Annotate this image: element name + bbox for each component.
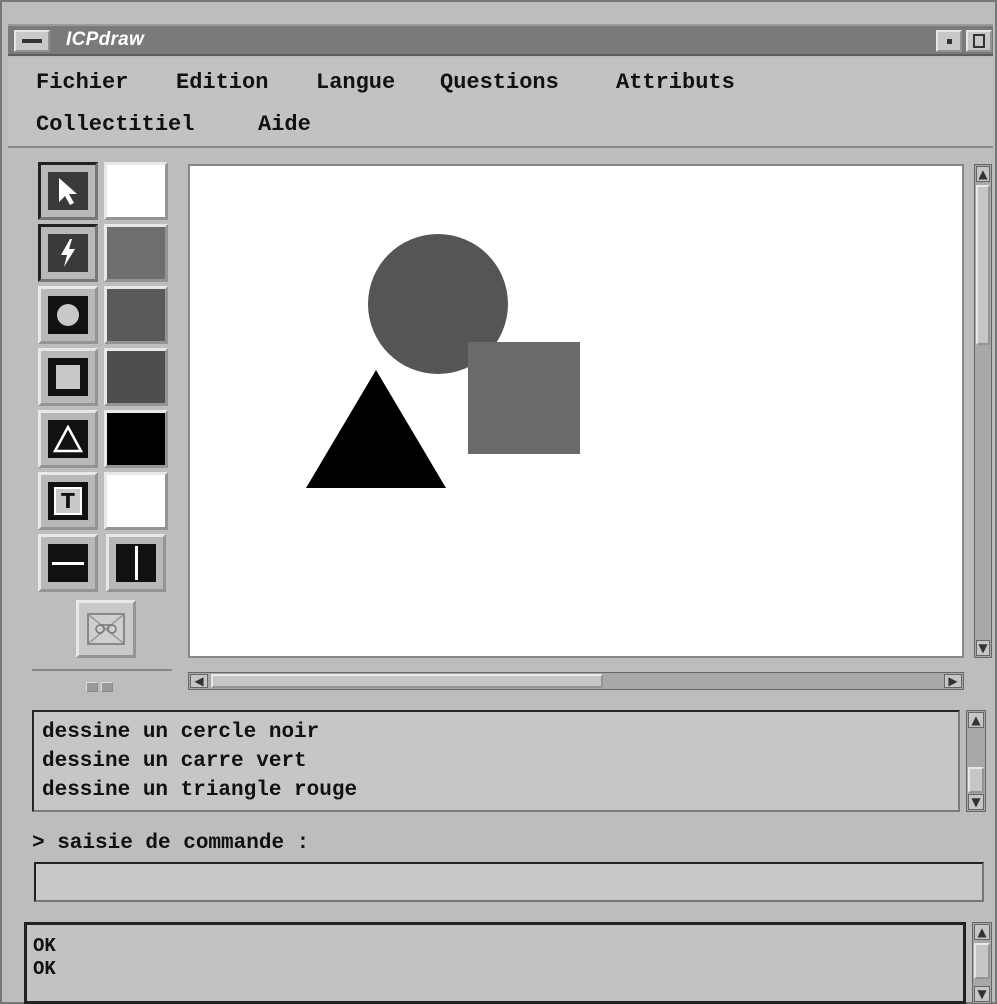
scroll-up-icon[interactable]: ▲ — [974, 924, 990, 940]
minimize-button[interactable] — [936, 30, 962, 52]
title-bar[interactable]: ICPdraw — [8, 24, 993, 56]
scroll-up-icon[interactable]: ▲ — [968, 712, 984, 728]
canvas-triangle[interactable] — [304, 368, 448, 490]
menu-aide[interactable]: Aide — [258, 112, 311, 137]
canvas-vscrollbar[interactable]: ▲ ▼ — [974, 164, 992, 658]
hscroll-thumb[interactable] — [211, 674, 603, 688]
select-tool-button[interactable] — [38, 162, 98, 220]
command-input[interactable] — [34, 862, 984, 902]
text-tool-button[interactable]: T — [38, 472, 98, 530]
palette-divider — [32, 669, 172, 671]
scroll-up-icon[interactable]: ▲ — [976, 166, 990, 182]
menu-collectitiel[interactable]: Collectitiel — [36, 112, 194, 137]
output-line: OK — [33, 935, 56, 957]
tape-tool-button[interactable] — [76, 600, 136, 658]
color-swatch-6[interactable] — [104, 472, 168, 530]
menu-questions[interactable]: Questions — [440, 70, 559, 95]
scroll-down-icon[interactable]: ▼ — [976, 640, 990, 656]
log-line: dessine un cercle noir — [42, 721, 320, 744]
triangle-icon — [48, 420, 88, 458]
minimize-icon — [947, 39, 952, 44]
output-scroll-thumb[interactable] — [974, 943, 990, 979]
hline-tool-button[interactable] — [38, 534, 98, 592]
command-log: dessine un cercle noir dessine un carre … — [32, 710, 960, 812]
maximize-button[interactable] — [966, 30, 992, 52]
circle-tool-button[interactable] — [38, 286, 98, 344]
text-icon: T — [48, 482, 88, 520]
log-vscrollbar[interactable]: ▲ ▼ — [966, 710, 986, 812]
output-pane: OK OK — [24, 922, 966, 1004]
maximize-icon — [973, 34, 985, 48]
scroll-left-icon[interactable]: ◀ — [190, 674, 208, 688]
color-swatch-5[interactable] — [104, 410, 168, 468]
minus-icon — [22, 39, 42, 43]
menu-bar: Fichier Edition Langue Questions Attribu… — [8, 58, 993, 148]
vscroll-thumb[interactable] — [976, 185, 990, 345]
vertical-line-icon — [116, 544, 156, 582]
scroll-right-icon[interactable]: ▶ — [944, 674, 962, 688]
horizontal-line-icon — [48, 544, 88, 582]
output-line: OK — [33, 958, 56, 980]
select-arrow-icon — [48, 172, 88, 210]
lightning-icon — [48, 234, 88, 272]
sash-grip-icon — [101, 682, 113, 692]
canvas-square[interactable] — [468, 342, 580, 454]
menu-fichier[interactable]: Fichier — [36, 70, 128, 95]
color-swatch-2[interactable] — [104, 224, 168, 282]
app-window: ICPdraw Fichier Edition Langue Questions… — [0, 0, 997, 1004]
square-tool-button[interactable] — [38, 348, 98, 406]
log-line: dessine un triangle rouge — [42, 779, 358, 802]
window-title: ICPdraw — [66, 29, 145, 50]
menu-edition[interactable]: Edition — [176, 70, 268, 95]
scroll-down-icon[interactable]: ▼ — [968, 794, 984, 810]
color-swatch-4[interactable] — [104, 348, 168, 406]
square-icon — [48, 358, 88, 396]
canvas-hscrollbar[interactable]: ◀ ▶ — [188, 672, 964, 690]
command-prompt-label: > saisie de commande : — [32, 832, 310, 855]
sash-grip-icon — [86, 682, 98, 692]
window-menu-button[interactable] — [14, 30, 50, 52]
lightning-tool-button[interactable] — [38, 224, 98, 282]
vline-tool-button[interactable] — [106, 534, 166, 592]
menu-langue[interactable]: Langue — [316, 70, 395, 95]
scroll-down-icon[interactable]: ▼ — [974, 986, 990, 1002]
menu-attributs[interactable]: Attributs — [616, 70, 735, 95]
log-line: dessine un carre vert — [42, 750, 307, 773]
pane-sash[interactable] — [86, 679, 120, 693]
cassette-icon — [87, 613, 125, 645]
circle-icon — [48, 296, 88, 334]
triangle-tool-button[interactable] — [38, 410, 98, 468]
output-vscrollbar[interactable]: ▲ ▼ — [972, 922, 992, 1004]
text-glyph: T — [54, 487, 82, 515]
drawing-canvas[interactable] — [188, 164, 964, 658]
log-scroll-thumb[interactable] — [968, 767, 984, 793]
color-swatch-1[interactable] — [104, 162, 168, 220]
color-swatch-3[interactable] — [104, 286, 168, 344]
